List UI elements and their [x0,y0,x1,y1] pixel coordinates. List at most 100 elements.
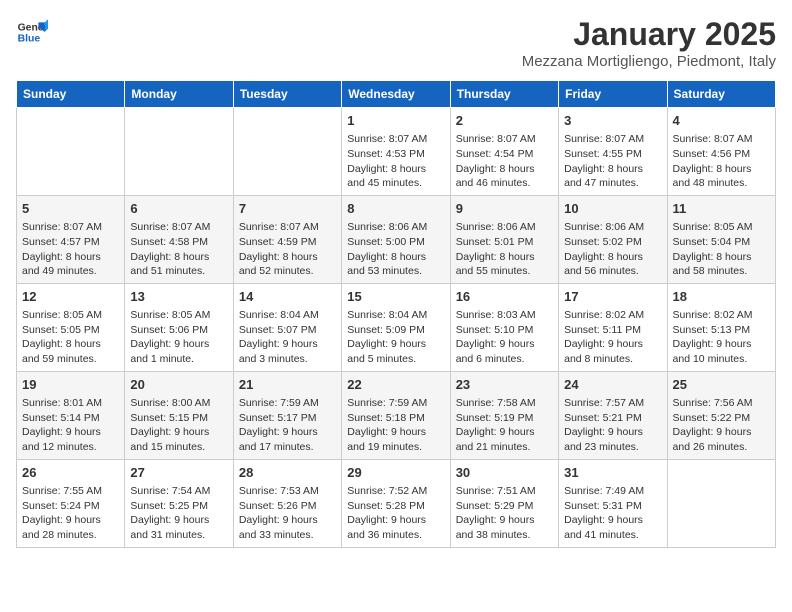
calendar-cell: 29Sunrise: 7:52 AMSunset: 5:28 PMDayligh… [342,459,450,547]
day-number: 21 [239,376,336,394]
day-number: 6 [130,200,227,218]
calendar-cell: 8Sunrise: 8:06 AMSunset: 5:00 PMDaylight… [342,195,450,283]
calendar-cell [667,459,775,547]
day-info: Daylight: 9 hours and 23 minutes. [564,425,661,454]
day-info: Daylight: 8 hours and 47 minutes. [564,162,661,191]
calendar-cell: 28Sunrise: 7:53 AMSunset: 5:26 PMDayligh… [233,459,341,547]
day-info: Daylight: 9 hours and 6 minutes. [456,337,553,366]
day-number: 10 [564,200,661,218]
day-info: Sunrise: 8:07 AM [673,132,770,147]
calendar-cell: 13Sunrise: 8:05 AMSunset: 5:06 PMDayligh… [125,283,233,371]
day-info: Sunset: 5:22 PM [673,411,770,426]
calendar-cell: 31Sunrise: 7:49 AMSunset: 5:31 PMDayligh… [559,459,667,547]
day-info: Sunrise: 7:55 AM [22,484,119,499]
day-header-monday: Monday [125,81,233,108]
day-info: Daylight: 9 hours and 31 minutes. [130,513,227,542]
day-info: Sunrise: 7:52 AM [347,484,444,499]
day-info: Sunrise: 8:05 AM [22,308,119,323]
days-header-row: SundayMondayTuesdayWednesdayThursdayFrid… [17,81,776,108]
day-info: Sunrise: 8:07 AM [564,132,661,147]
day-info: Sunset: 4:54 PM [456,147,553,162]
day-info: Daylight: 9 hours and 26 minutes. [673,425,770,454]
day-number: 8 [347,200,444,218]
day-info: Sunset: 5:06 PM [130,323,227,338]
day-number: 12 [22,288,119,306]
calendar-cell: 21Sunrise: 7:59 AMSunset: 5:17 PMDayligh… [233,371,341,459]
calendar-cell: 24Sunrise: 7:57 AMSunset: 5:21 PMDayligh… [559,371,667,459]
day-number: 19 [22,376,119,394]
day-number: 27 [130,464,227,482]
day-number: 17 [564,288,661,306]
day-info: Daylight: 9 hours and 17 minutes. [239,425,336,454]
day-info: Sunset: 5:07 PM [239,323,336,338]
day-info: Daylight: 9 hours and 41 minutes. [564,513,661,542]
day-info: Daylight: 9 hours and 21 minutes. [456,425,553,454]
day-info: Sunset: 4:57 PM [22,235,119,250]
calendar-cell: 22Sunrise: 7:59 AMSunset: 5:18 PMDayligh… [342,371,450,459]
calendar-cell: 27 Sunrise: 7:54 AMSunset: 5:25 PMDayligh… [125,459,233,547]
day-number: 14 [239,288,336,306]
day-info: Daylight: 8 hours and 58 minutes. [673,250,770,279]
day-info: Sunset: 4:53 PM [347,147,444,162]
calendar-cell: 18Sunrise: 8:02 AMSunset: 5:13 PMDayligh… [667,283,775,371]
day-info: Sunset: 5:19 PM [456,411,553,426]
calendar-cell: 10Sunrise: 8:06 AMSunset: 5:02 PMDayligh… [559,195,667,283]
day-number: 3 [564,112,661,130]
day-info: Sunrise: 7:56 AM [673,396,770,411]
day-number: 13 [130,288,227,306]
day-info: Sunset: 4:56 PM [673,147,770,162]
calendar-cell: 11Sunrise: 8:05 AMSunset: 5:04 PMDayligh… [667,195,775,283]
day-info: Sunrise: 8:02 AM [673,308,770,323]
day-info: Sunset: 5:02 PM [564,235,661,250]
day-number: 20 [130,376,227,394]
day-info: Sunrise: 8:07 AM [130,220,227,235]
day-header-wednesday: Wednesday [342,81,450,108]
day-info: Sunset: 5:14 PM [22,411,119,426]
calendar-cell: 12 Sunrise: 8:05 AMSunset: 5:05 PMDayligh… [17,283,125,371]
day-info: Sunset: 4:58 PM [130,235,227,250]
calendar-cell: 16Sunrise: 8:03 AMSunset: 5:10 PMDayligh… [450,283,558,371]
header: General Blue January 2025 Mezzana Mortig… [16,16,776,70]
logo: General Blue [16,16,48,48]
calendar-cell [125,108,233,196]
day-info: Sunset: 5:15 PM [130,411,227,426]
day-info: Sunset: 4:59 PM [239,235,336,250]
day-number: 2 [456,112,553,130]
calendar-cell: 19Sunrise: 8:01 AMSunset: 5:14 PMDayligh… [17,371,125,459]
calendar-cell [17,108,125,196]
day-info: Daylight: 8 hours and 59 minutes. [22,337,119,366]
day-info: Sunset: 5:01 PM [456,235,553,250]
day-number: 23 [456,376,553,394]
day-info: Sunrise: 8:04 AM [347,308,444,323]
day-info: Daylight: 8 hours and 45 minutes. [347,162,444,191]
calendar-cell: 23Sunrise: 7:58 AMSunset: 5:19 PMDayligh… [450,371,558,459]
day-info: Sunrise: 8:03 AM [456,308,553,323]
day-info: Sunset: 5:10 PM [456,323,553,338]
day-info: Sunrise: 8:04 AM [239,308,336,323]
day-info: Daylight: 8 hours and 52 minutes. [239,250,336,279]
day-info: Daylight: 8 hours and 48 minutes. [673,162,770,191]
day-number: 30 [456,464,553,482]
day-info: Sunset: 5:04 PM [673,235,770,250]
day-number: 15 [347,288,444,306]
day-info: Sunset: 5:05 PM [22,323,119,338]
day-info: Sunrise: 7:54 AM [130,484,227,499]
calendar-cell: 15Sunrise: 8:04 AMSunset: 5:09 PMDayligh… [342,283,450,371]
calendar-cell: 14Sunrise: 8:04 AMSunset: 5:07 PMDayligh… [233,283,341,371]
calendar-cell: 30Sunrise: 7:51 AMSunset: 5:29 PMDayligh… [450,459,558,547]
day-header-sunday: Sunday [17,81,125,108]
day-info: Daylight: 9 hours and 28 minutes. [22,513,119,542]
day-info: Daylight: 9 hours and 10 minutes. [673,337,770,366]
day-number: 4 [673,112,770,130]
calendar-cell: 6Sunrise: 8:07 AMSunset: 4:58 PMDaylight… [125,195,233,283]
day-info: Sunrise: 7:51 AM [456,484,553,499]
day-info: Sunrise: 8:02 AM [564,308,661,323]
day-info: Sunset: 5:11 PM [564,323,661,338]
calendar-cell: 17Sunrise: 8:02 AMSunset: 5:11 PMDayligh… [559,283,667,371]
svg-text:Blue: Blue [18,34,41,45]
calendar-cell: 26Sunrise: 7:55 AMSunset: 5:24 PMDayligh… [17,459,125,547]
day-info: Sunrise: 8:05 AM [673,220,770,235]
calendar-cell: 2Sunrise: 8:07 AMSunset: 4:54 PMDaylight… [450,108,558,196]
calendar-subtitle: Mezzana Mortigliengo, Piedmont, Italy [522,53,776,70]
day-info: Sunset: 5:25 PM [130,499,227,514]
